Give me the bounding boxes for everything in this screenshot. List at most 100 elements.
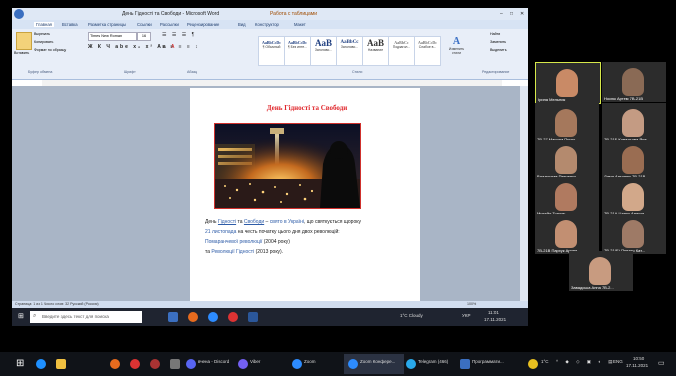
replace-button[interactable]: Заменить [490, 40, 506, 44]
search-icon: ⌕ [33, 313, 37, 319]
weather-temp[interactable]: 1°C [541, 359, 549, 364]
taskbar-app-telegram[interactable]: Telegram (466) [418, 359, 448, 364]
zoom-app-icon[interactable] [292, 359, 302, 369]
taskbar-search[interactable]: ⌕ Введите здесь текст для поиска [30, 311, 142, 323]
shared-taskbar: ⊞ ⌕ Введите здесь текст для поиска 1°C C… [12, 308, 528, 326]
participant-video [622, 146, 644, 174]
brave-icon[interactable] [150, 359, 160, 369]
participant-tile[interactable]: Владислав Петренко... [535, 140, 599, 180]
paste-icon[interactable] [16, 32, 32, 50]
zoom-app-icon[interactable] [208, 312, 218, 322]
participant-tile[interactable]: 7В-27 Максим Приго... [535, 103, 599, 143]
style-heading2[interactable]: AaBbCc Заголово... [336, 36, 363, 66]
group-paragraph-label: Абзац [187, 70, 198, 74]
participant-tile[interactable]: 7В-21Б Ковальова Яна [602, 103, 666, 143]
maidan-photo [214, 123, 361, 209]
style-subtle-emphasis[interactable]: AaBbCcDc Слабое в... [414, 36, 441, 66]
align-buttons[interactable]: ≡ ≡ ≡ ≡ ↕ [162, 44, 200, 50]
clock-date: 17.11.2021 [484, 317, 507, 322]
participant-tile[interactable]: Ірина Мельник [535, 62, 601, 104]
participant-video [556, 69, 578, 97]
tab-home[interactable]: Главная [34, 22, 54, 27]
participant-tile[interactable]: 7В-21В Пархук Арина [535, 214, 599, 254]
telegram-icon[interactable] [406, 359, 416, 369]
notifications-icon[interactable]: ▭ [658, 359, 665, 367]
tray-icons[interactable]: ^ ◆ ◇ ▣ ◐ ▤ [556, 359, 616, 365]
tab-view[interactable]: Вид [238, 22, 246, 27]
input-language[interactable]: УКР [462, 313, 470, 318]
taskbar-app-zoom-meeting[interactable]: Zoom Конфере... [360, 359, 395, 364]
font-size-select[interactable]: 16 [137, 32, 151, 41]
participant-tile[interactable]: Дима Антонюк 7В-21В [602, 140, 666, 180]
opera-icon[interactable] [228, 312, 238, 322]
maximize-icon[interactable]: □ [510, 11, 513, 17]
word-app-icon[interactable] [248, 312, 258, 322]
weather[interactable]: 1°C Cloudy [400, 313, 423, 318]
cut-button[interactable]: Вырезать [34, 32, 50, 36]
viber-icon[interactable] [238, 359, 248, 369]
document-heading: День Гідності та Свободи [266, 104, 348, 112]
edge-icon[interactable] [36, 359, 46, 369]
participant-video [622, 68, 644, 96]
tab-review[interactable]: Рецензирование [187, 22, 219, 27]
participant-tile[interactable]: Носюк Артем 7В-21В [602, 62, 666, 102]
zoom-meeting-icon[interactable] [348, 359, 358, 369]
input-language[interactable]: ENG [613, 359, 623, 364]
taskbar-app-viber[interactable]: Viber [250, 359, 260, 364]
app-icon[interactable] [170, 359, 180, 369]
app-icon[interactable] [460, 359, 470, 369]
shared-screen: День Гідності та Свободи - Microsoft Wor… [12, 8, 528, 326]
participant-tile[interactable]: Завадська Анна 7В-2... [569, 251, 633, 291]
change-styles-icon: A [452, 36, 461, 47]
taskbar-app-programmer[interactable]: Программати... [472, 359, 504, 364]
paragraph-line-3: Помаранчевої революції (2004 року) [205, 239, 290, 245]
copy-button[interactable]: Копировать [34, 40, 53, 44]
status-text: Страница: 1 из 1 Число слов: 32 Русский … [15, 302, 99, 306]
format-painter-button[interactable]: Формат по образцу [34, 48, 66, 52]
paragraph-buttons[interactable]: ☰ ☰ ☰ ¶ [162, 32, 196, 38]
participant-tile[interactable]: Михайл Тополь [535, 177, 599, 217]
windows-start-icon[interactable]: ⊞ [18, 312, 24, 320]
taskbar-app-zoom[interactable]: Zoom [304, 359, 316, 364]
close-icon[interactable]: ✕ [520, 11, 524, 17]
tab-insert[interactable]: Вставка [62, 22, 78, 27]
firefox-icon[interactable] [110, 359, 120, 369]
weather-icon[interactable] [528, 359, 538, 369]
tab-design[interactable]: Конструктор [255, 22, 279, 27]
participant-video [622, 109, 644, 137]
style-title[interactable]: AaB Название [362, 36, 389, 66]
participant-tile[interactable]: 7В-21(Б) Прядко Кат... [602, 214, 666, 254]
discord-icon[interactable] [186, 359, 196, 369]
firefox-icon[interactable] [188, 312, 198, 322]
tab-table-layout[interactable]: Макет [294, 22, 306, 27]
find-button[interactable]: Найти [490, 32, 500, 36]
participant-video [555, 109, 577, 137]
ribbon: Вставить Вырезать Копировать Формат по о… [12, 29, 528, 80]
search-placeholder: Введите здесь текст для поиска [42, 314, 109, 319]
change-styles-button[interactable]: A Изменить стили [444, 36, 469, 64]
office-button[interactable] [14, 9, 24, 19]
style-normal[interactable]: AaBbCcDc ¶ Обычный [258, 36, 285, 66]
participant-video [622, 220, 644, 248]
minimize-icon[interactable]: – [500, 11, 503, 17]
style-no-spacing[interactable]: AaBbCcDc ¶ Без инте... [284, 36, 311, 66]
file-explorer-icon[interactable] [56, 359, 66, 369]
clock-time: 11:01 [488, 310, 499, 315]
style-heading1[interactable]: AaB Заголово... [310, 36, 337, 66]
tab-mailings[interactable]: Рассылки [160, 22, 179, 27]
paste-label: Вставить [14, 51, 30, 55]
font-name-select[interactable]: Times New Roman [88, 32, 137, 41]
style-subtitle[interactable]: AaBbCc Подзагол... [388, 36, 415, 66]
windows-start-icon[interactable]: ⊞ [16, 358, 24, 369]
group-editing-label: Редактирование [482, 70, 510, 74]
vertical-scrollbar[interactable] [520, 86, 528, 301]
participant-video [555, 220, 577, 248]
tab-references[interactable]: Ссылки [137, 22, 152, 27]
task-view-icon[interactable] [168, 312, 178, 322]
select-button[interactable]: Выделить [490, 48, 507, 52]
tab-layout[interactable]: Разметка страницы [88, 22, 126, 27]
zoom-level[interactable]: 100% [467, 302, 476, 306]
opera-icon[interactable] [130, 359, 140, 369]
taskbar-app-discord[interactable]: вчена - Discord [198, 359, 229, 364]
participant-tile[interactable]: 7В-21А Цапко Анаста... [602, 177, 666, 217]
